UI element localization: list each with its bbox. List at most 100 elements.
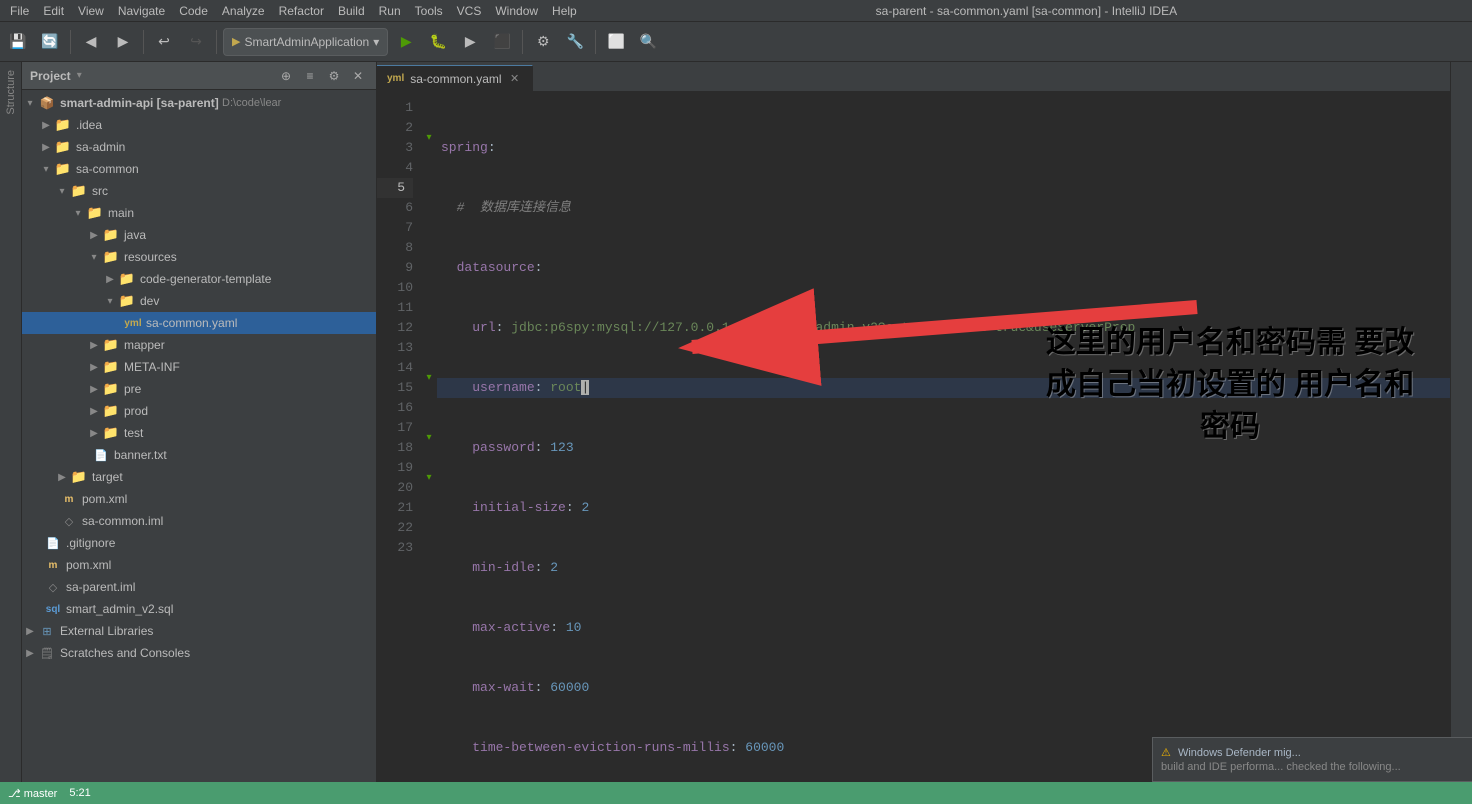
tree-sql-label: smart_admin_v2.sql xyxy=(66,602,173,616)
debug-button[interactable]: 🐛 xyxy=(424,28,452,56)
forward-button[interactable]: ▶ xyxy=(109,28,137,56)
menu-view[interactable]: View xyxy=(72,0,110,22)
resources-folder-icon: 📁 xyxy=(102,249,120,265)
tree-src-arrow: ▾ xyxy=(54,186,70,197)
run-config-selector[interactable]: ▶ SmartAdminApplication ▾ xyxy=(223,28,388,56)
sa-admin-folder-icon: 📁 xyxy=(54,139,72,155)
tree-mapper-arrow: ▶ xyxy=(86,340,102,351)
pomroot-file-icon: m xyxy=(44,560,62,571)
tree-dev-label: dev xyxy=(140,294,159,308)
git-button[interactable]: 🔧 xyxy=(561,28,589,56)
tree-item-pom-root[interactable]: m pom.xml xyxy=(22,554,376,576)
menu-help[interactable]: Help xyxy=(546,0,583,22)
line-numbers: 1 2 3 4 5 6 7 8 9 10 11 12 13 14 15 16 1… xyxy=(377,92,421,782)
panel-action-collapse[interactable]: ≡ xyxy=(300,66,320,86)
module-icon: 📦 xyxy=(38,96,56,110)
code-content[interactable]: spring: # 数据库连接信息 datasource: url: jdbc:… xyxy=(437,92,1450,782)
tree-item-resources[interactable]: ▾ 📁 resources xyxy=(22,246,376,268)
line-num-1: 1 xyxy=(377,98,413,118)
tree-item-test[interactable]: ▶ 📁 test xyxy=(22,422,376,444)
status-line-col: 5:21 xyxy=(69,787,90,799)
menu-edit[interactable]: Edit xyxy=(37,0,70,22)
tree-item-meta-inf[interactable]: ▶ 📁 META-INF xyxy=(22,356,376,378)
menu-code[interactable]: Code xyxy=(173,0,214,22)
notification-content: ⚠ Windows Defender mig... xyxy=(1161,746,1464,759)
tree-item-scratches[interactable]: ▶ 🗒 Scratches and Consoles xyxy=(22,642,376,664)
menu-refactor[interactable]: Refactor xyxy=(273,0,330,22)
line-num-2: 2 xyxy=(377,118,413,138)
tree-item-gitignore[interactable]: 📄 .gitignore xyxy=(22,532,376,554)
run-with-coverage-button[interactable]: ▶ xyxy=(456,28,484,56)
panel-action-settings[interactable]: ⚙ xyxy=(324,66,344,86)
tree-item-prod[interactable]: ▶ 📁 prod xyxy=(22,400,376,422)
tree-test-arrow: ▶ xyxy=(86,428,102,439)
tree-item-yaml[interactable]: yml sa-common.yaml xyxy=(22,312,376,334)
tree-metainf-arrow: ▶ xyxy=(86,362,102,373)
tree-item-external-libraries[interactable]: ▶ ⊞ External Libraries xyxy=(22,620,376,642)
tree-item-sa-common[interactable]: ▾ 📁 sa-common xyxy=(22,158,376,180)
tree-item-sa-common-iml[interactable]: ◇ sa-common.iml xyxy=(22,510,376,532)
tree-item-src[interactable]: ▾ 📁 src xyxy=(22,180,376,202)
menu-file[interactable]: File xyxy=(4,0,35,22)
tab-yaml-icon: yml xyxy=(387,73,404,84)
more-run-button[interactable]: ⚙ xyxy=(529,28,557,56)
sync-button[interactable]: 🔄 xyxy=(36,28,64,56)
run-button[interactable]: ▶ xyxy=(392,28,420,56)
menu-build[interactable]: Build xyxy=(332,0,371,22)
search-everywhere-button[interactable]: 🔍 xyxy=(634,28,662,56)
gutter-icon-18: ▾ xyxy=(421,432,437,443)
code-editor: 1 2 3 4 5 6 7 8 9 10 11 12 13 14 15 16 1… xyxy=(377,92,1450,782)
layout-button[interactable]: ⬜ xyxy=(602,28,630,56)
editor-tab-yaml[interactable]: yml sa-common.yaml ✕ xyxy=(377,65,533,91)
sql-file-icon: sql xyxy=(44,604,62,615)
line-num-18: 18 xyxy=(377,438,413,458)
project-panel-header: Project ▾ ⊕ ≡ ⚙ ✕ xyxy=(22,62,376,90)
notification-panel[interactable]: ⚠ Windows Defender mig... build and IDE … xyxy=(1152,737,1472,782)
tree-item-mapper[interactable]: ▶ 📁 mapper xyxy=(22,334,376,356)
gutter-icon-20: ▾ xyxy=(421,472,437,483)
line-num-5: 5 xyxy=(377,178,413,198)
tree-item-sql[interactable]: sql smart_admin_v2.sql xyxy=(22,598,376,620)
tree-item-dev[interactable]: ▾ 📁 dev xyxy=(22,290,376,312)
tree-item-target[interactable]: ▶ 📁 target xyxy=(22,466,376,488)
tree-item-pre[interactable]: ▶ 📁 pre xyxy=(22,378,376,400)
menu-tools[interactable]: Tools xyxy=(409,0,449,22)
tree-item-code-gen[interactable]: ▶ 📁 code-generator-template xyxy=(22,268,376,290)
tree-target-label: target xyxy=(92,470,123,484)
tree-item-java[interactable]: ▶ 📁 java xyxy=(22,224,376,246)
saparentiml-file-icon: ◇ xyxy=(44,581,62,594)
redo-button[interactable]: ↪ xyxy=(182,28,210,56)
tree-item-idea[interactable]: ▶ 📁 .idea xyxy=(22,114,376,136)
menu-run[interactable]: Run xyxy=(373,0,407,22)
status-git-branch: ⎇ master xyxy=(8,787,57,800)
back-button[interactable]: ◀ xyxy=(77,28,105,56)
tree-root-label: smart-admin-api [sa-parent] xyxy=(60,96,222,110)
main-layout: Structure Project ▾ ⊕ ≡ ⚙ ✕ ▾ 📦 smart-ad… xyxy=(0,62,1472,782)
metainf-folder-icon: 📁 xyxy=(102,359,120,375)
panel-title: Project xyxy=(30,69,71,83)
sacommoniml-file-icon: ◇ xyxy=(60,515,78,528)
notification-warning-icon: ⚠ xyxy=(1161,747,1171,759)
menu-vcs[interactable]: VCS xyxy=(451,0,488,22)
tree-root[interactable]: ▾ 📦 smart-admin-api [sa-parent] D:\code\… xyxy=(22,92,376,114)
save-button[interactable]: 💾 xyxy=(4,28,32,56)
undo-button[interactable]: ↩ xyxy=(150,28,178,56)
tree-item-sa-parent-iml[interactable]: ◇ sa-parent.iml xyxy=(22,576,376,598)
tree-item-pom-common[interactable]: m pom.xml xyxy=(22,488,376,510)
tree-item-sa-admin[interactable]: ▶ 📁 sa-admin xyxy=(22,136,376,158)
tree-extlib-arrow: ▶ xyxy=(22,626,38,637)
tree-item-main[interactable]: ▾ 📁 main xyxy=(22,202,376,224)
panel-dropdown-icon[interactable]: ▾ xyxy=(77,70,82,81)
tree-scratches-arrow: ▶ xyxy=(22,648,38,659)
tree-item-banner[interactable]: 📄 banner.txt xyxy=(22,444,376,466)
tree-src-label: src xyxy=(92,184,108,198)
menu-window[interactable]: Window xyxy=(489,0,544,22)
tab-close-button[interactable]: ✕ xyxy=(508,72,522,86)
status-bar: ⎇ master 5:21 xyxy=(0,782,1472,804)
stop-button[interactable]: ⬛ xyxy=(488,28,516,56)
panel-action-close[interactable]: ✕ xyxy=(348,66,368,86)
menu-analyze[interactable]: Analyze xyxy=(216,0,271,22)
structure-tab[interactable]: Structure xyxy=(3,66,19,119)
menu-navigate[interactable]: Navigate xyxy=(112,0,171,22)
panel-action-locate[interactable]: ⊕ xyxy=(276,66,296,86)
